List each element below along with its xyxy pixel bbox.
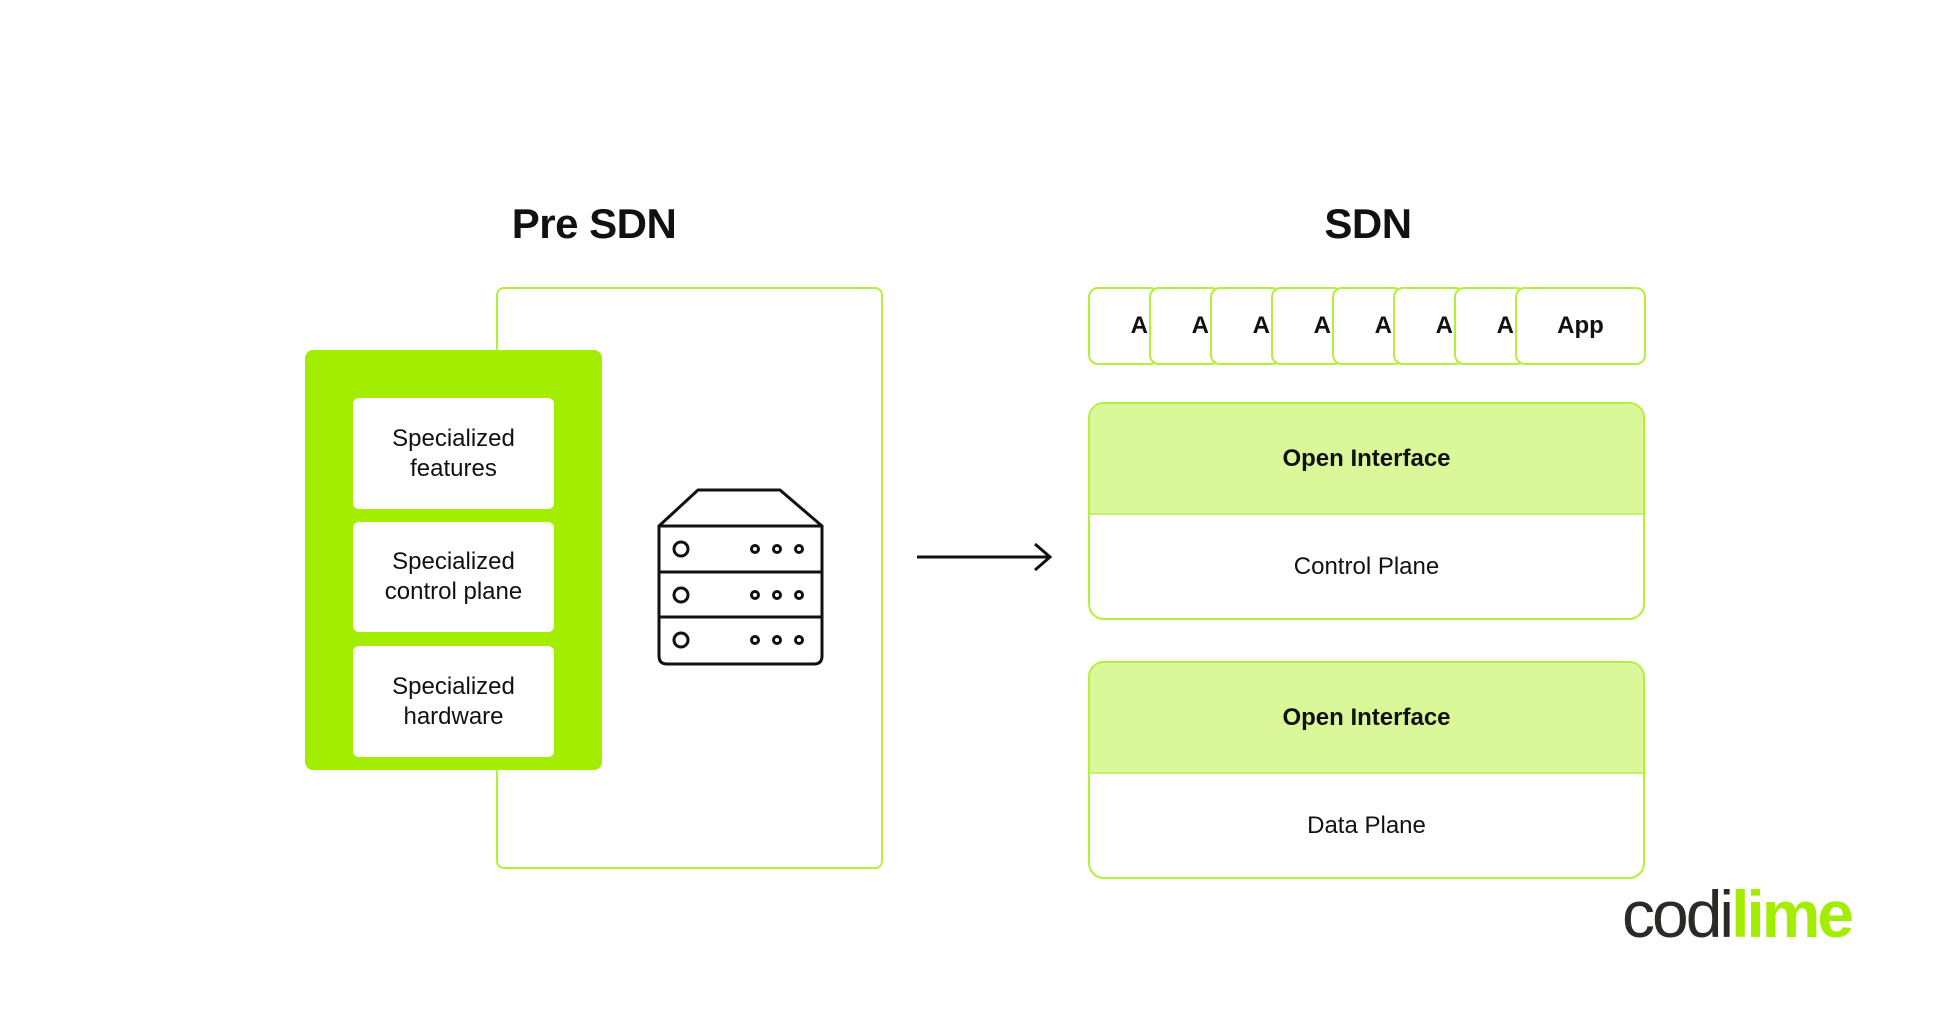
app-label: App: [1557, 312, 1604, 339]
control-plane-label: Control Plane: [1293, 553, 1440, 580]
specialized-control-plane-box: Specialized control plane: [353, 522, 554, 632]
box-label-line1: Specialized: [392, 424, 515, 452]
control-plane-layer: Open Interface Control Plane: [1088, 402, 1645, 620]
box-label-line2: hardware: [403, 702, 504, 730]
server-rack-icon: [657, 488, 824, 666]
codilime-logo: codilime: [1622, 876, 1854, 952]
box-label-line1: Specialized: [392, 548, 515, 575]
data-plane-layer: Open Interface Data Plane: [1088, 661, 1645, 879]
sdn-title: SDN: [1324, 200, 1412, 247]
app-box: App: [1515, 287, 1646, 365]
data-plane-label: Data Plane: [1307, 812, 1426, 839]
open-interface-header: Open Interface: [1090, 663, 1643, 774]
logo-part-green: lime: [1731, 877, 1854, 951]
arrow-right-icon: [917, 542, 1053, 572]
open-interface-header: Open Interface: [1090, 404, 1643, 515]
box-label-line1: Specialized: [392, 672, 515, 700]
apps-row: A A A A A A A App: [1088, 287, 1648, 365]
specialized-features-box: Specialized features: [353, 398, 554, 509]
box-label-line2: features: [410, 454, 497, 482]
box-label-line2: control plane: [384, 578, 523, 605]
logo-part-dark: codi: [1622, 877, 1734, 951]
specialized-hardware-box: Specialized hardware: [353, 646, 554, 757]
pre-sdn-title: Pre SDN: [511, 200, 677, 247]
specialized-stack-panel: Specialized features Specialized control p…: [305, 350, 602, 770]
